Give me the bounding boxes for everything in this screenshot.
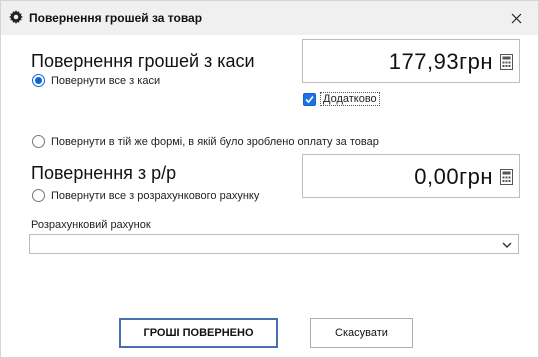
radio-button[interactable] <box>32 135 45 148</box>
radio-return-same-form[interactable]: Повернути в тій же формі, в якій було зр… <box>32 135 379 148</box>
radio-return-all-cash-label: Повернути все з каси <box>51 74 161 87</box>
refund-dialog: Повернення грошей за товар Повернення гр… <box>0 0 539 358</box>
money-returned-button[interactable]: ГРОШІ ПОВЕРНЕНО <box>119 318 278 348</box>
gear-icon <box>9 10 23 24</box>
title-bar: Повернення грошей за товар <box>1 1 538 35</box>
cash-amount-field[interactable]: 177,93грн <box>302 39 520 83</box>
account-amount-value: 0,00грн <box>414 164 493 189</box>
cancel-button[interactable]: Скасувати <box>310 318 413 348</box>
radio-return-all-account[interactable]: Повернути все з розрахункового рахунку <box>32 189 259 202</box>
radio-button[interactable] <box>32 189 45 202</box>
checkbox-checked[interactable] <box>303 92 316 106</box>
radio-return-all-account-label: Повернути все з розрахункового рахунку <box>51 189 260 202</box>
calculator-icon[interactable] <box>500 169 513 185</box>
close-button[interactable] <box>501 5 531 31</box>
account-select[interactable] <box>29 234 519 254</box>
checkmark-icon <box>305 95 314 103</box>
cash-section-title: Повернення грошей з каси <box>31 51 255 71</box>
additional-checkbox[interactable]: Додатково <box>303 92 380 106</box>
account-amount-field[interactable]: 0,00грн <box>302 154 520 198</box>
chevron-down-icon <box>502 242 512 248</box>
account-section-title: Повернення з р/р <box>31 163 177 183</box>
account-field-label: Розрахунковий рахунок <box>31 219 151 231</box>
calculator-icon[interactable] <box>500 54 513 70</box>
radio-button[interactable] <box>32 74 45 87</box>
radio-return-same-form-label: Повернути в тій же формі, в якій було зр… <box>51 135 379 148</box>
cash-amount-value: 177,93грн <box>388 49 493 74</box>
additional-checkbox-label: Додатково <box>320 92 380 106</box>
close-icon <box>511 13 521 23</box>
radio-return-all-cash[interactable]: Повернути все з каси <box>32 74 160 87</box>
window-title: Повернення грошей за товар <box>29 11 203 25</box>
